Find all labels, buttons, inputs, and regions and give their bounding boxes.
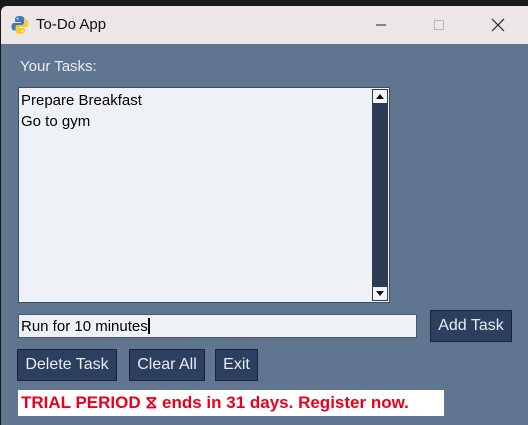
close-icon [491,18,505,32]
scroll-down-button[interactable] [373,287,387,300]
task-list: Prepare Breakfast Go to gym [21,90,371,132]
add-task-button[interactable]: Add Task [430,310,512,342]
clear-all-button[interactable]: Clear All [129,349,205,381]
maximize-icon [434,20,444,30]
delete-task-button[interactable]: Delete Task [17,349,117,381]
trial-banner[interactable]: TRIAL PERIOD ⧖ ends in 31 days. Register… [18,390,444,416]
triangle-up-icon [376,94,384,99]
scroll-up-button[interactable] [373,90,387,103]
python-logo-icon [11,16,29,34]
close-button[interactable] [475,6,521,44]
task-input[interactable]: Run for 10 minutes [18,314,417,338]
exit-button[interactable]: Exit [215,349,258,381]
app-window: To-Do App Your Tasks: Prepare Breakfast … [1,6,528,425]
task-item[interactable]: Go to gym [21,111,371,132]
title-bar[interactable]: To-Do App [1,6,528,44]
task-item[interactable]: Prepare Breakfast [21,90,371,111]
task-listbox[interactable]: Prepare Breakfast Go to gym [18,87,390,303]
window-title: To-Do App [36,16,107,33]
minimize-button[interactable] [358,6,404,44]
triangle-down-icon [376,291,384,296]
task-input-value: Run for 10 minutes [21,318,148,335]
task-list-scrollbar[interactable] [372,89,388,301]
tasks-label: Your Tasks: [20,58,97,75]
text-caret [147,318,150,334]
minimize-icon [376,24,386,26]
maximize-button[interactable] [416,6,462,44]
